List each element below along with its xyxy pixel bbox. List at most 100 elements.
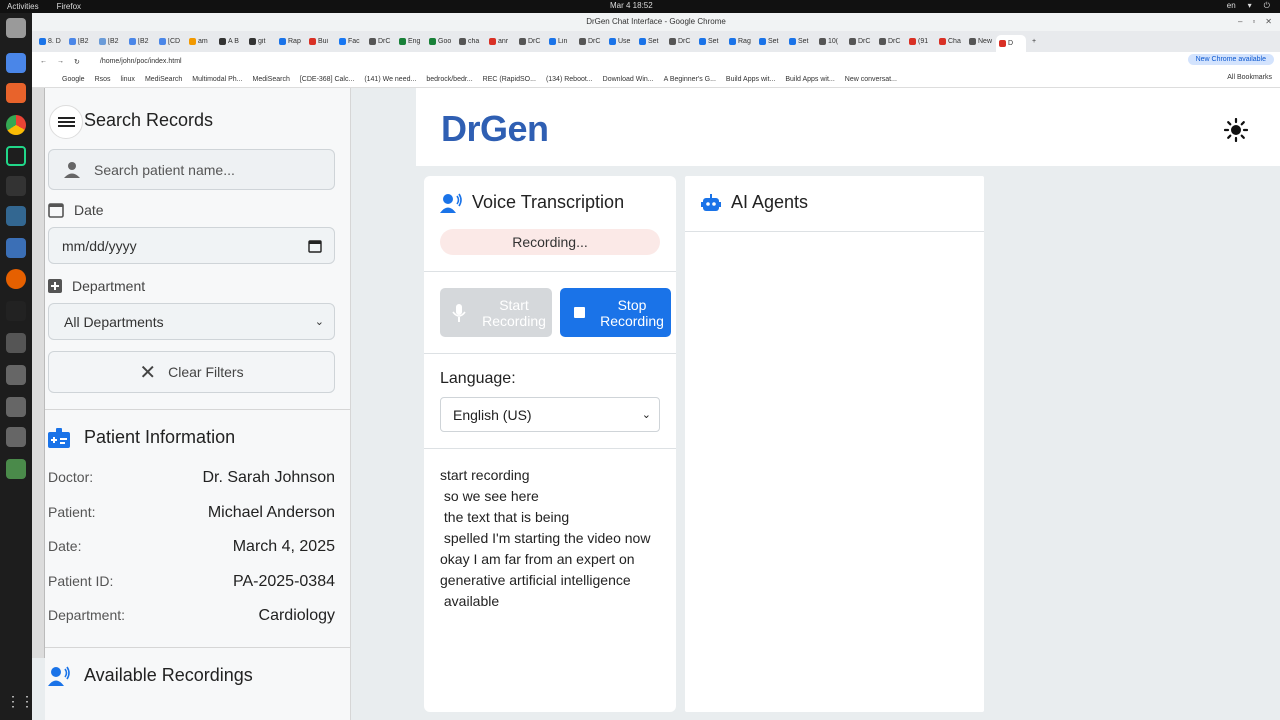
tab-favicon-icon (39, 38, 46, 45)
browser-tab[interactable]: 8. D (36, 38, 66, 45)
browser-tab[interactable]: anr (486, 38, 516, 45)
browser-tab[interactable]: Set (636, 38, 666, 45)
tab-favicon-icon (369, 38, 376, 45)
sun-icon[interactable] (1224, 118, 1248, 142)
browser-tab[interactable]: cha (456, 38, 486, 45)
start-recording-button[interactable]: Start Recording (440, 288, 552, 337)
browser-tab[interactable]: DrC (666, 38, 696, 45)
browser-tab[interactable]: Rag (726, 38, 756, 45)
chrome-icon[interactable] (6, 115, 26, 135)
window-thumbnail-icon[interactable] (6, 365, 26, 385)
bookmark-item[interactable]: MediSearch (252, 76, 289, 83)
browser-tab[interactable]: [B2 (66, 38, 96, 45)
browser-tab[interactable]: [B2 (96, 38, 126, 45)
bookmark-item[interactable]: Multimodal Ph... (192, 76, 242, 83)
back-icon[interactable]: ← (40, 58, 47, 65)
browser-tab[interactable]: 10( (816, 38, 846, 45)
bookmark-item[interactable]: Build Apps wit... (785, 76, 834, 83)
browser-tab[interactable]: DrC (846, 38, 876, 45)
bookmark-item[interactable]: New conversat... (845, 76, 897, 83)
browser-tab[interactable]: Bui (306, 38, 336, 45)
bookmark-item[interactable]: A Beginner's G... (664, 76, 716, 83)
reload-icon[interactable]: ↻ (74, 58, 80, 66)
bookmark-item[interactable]: (134) Reboot... (546, 76, 593, 83)
browser-tab[interactable]: am (186, 38, 216, 45)
app-grid-icon[interactable]: ⋮⋮ (6, 693, 34, 713)
browser-tab[interactable]: Cha (936, 38, 966, 45)
address-field[interactable]: /home/john/poc/index.html (100, 58, 182, 65)
calendar-picker-icon[interactable] (308, 239, 322, 253)
tab-favicon-icon (549, 38, 556, 45)
wifi-icon[interactable]: ▾ (1248, 1, 1252, 11)
browser-tab[interactable]: Lin (546, 38, 576, 45)
editor-icon[interactable] (6, 238, 26, 258)
forward-icon[interactable]: → (57, 58, 64, 65)
bookmark-item[interactable]: Google (62, 76, 85, 83)
app-menu[interactable]: Firefox (57, 2, 81, 11)
menu-button[interactable] (49, 105, 83, 139)
chrome-update-button[interactable]: New Chrome available (1187, 54, 1274, 65)
browser-tab[interactable]: Set (756, 38, 786, 45)
browser-tab[interactable]: Goo (426, 38, 456, 45)
bookmark-item[interactable]: bedrock/bedr... (426, 76, 472, 83)
browser-tab[interactable]: Use (606, 38, 636, 45)
browser-tab[interactable]: DrC (366, 38, 396, 45)
browser-tab[interactable]: New (966, 38, 996, 45)
browser-tab[interactable]: Eng (396, 38, 426, 45)
language-indicator[interactable]: en (1227, 1, 1236, 11)
window-thumbnail-icon[interactable] (6, 427, 26, 447)
browser-tab[interactable]: Fac (336, 38, 366, 45)
bookmark-item[interactable]: linux (121, 76, 135, 83)
language-label: Language: (440, 370, 516, 387)
bookmark-item[interactable]: (141) We need... (364, 76, 416, 83)
language-select[interactable]: English (US) ⌄ (440, 397, 660, 432)
tab-label: Fac (348, 38, 360, 45)
date-row: Date: March 4, 2025 (48, 538, 335, 556)
terminal-icon[interactable] (6, 176, 26, 196)
search-input[interactable]: Search patient name... (48, 149, 335, 190)
minimize-icon[interactable]: – (1238, 13, 1242, 31)
postgres-icon[interactable] (6, 206, 26, 226)
bookmark-item[interactable]: [CDE-368] Calc... (300, 76, 354, 83)
search-tool-icon[interactable] (6, 333, 26, 353)
trash-icon[interactable] (6, 459, 26, 479)
date-input[interactable]: mm/dd/yyyy (48, 227, 335, 264)
divider (45, 647, 351, 648)
browser-tab[interactable]: DrC (576, 38, 606, 45)
browser-tab[interactable]: DrC (516, 38, 546, 45)
close-icon[interactable]: ✕ (1265, 13, 1272, 31)
pycharm-icon[interactable] (6, 146, 26, 166)
app-store-icon[interactable] (6, 83, 26, 103)
firefox-icon[interactable] (6, 269, 26, 289)
tab-label: [B2 (138, 38, 149, 45)
browser-tab[interactable]: git (246, 38, 276, 45)
browser-tab[interactable]: Rap (276, 38, 306, 45)
activities-button[interactable]: Activities (7, 2, 39, 11)
maximize-icon[interactable]: ▫ (1252, 13, 1255, 31)
clear-filters-button[interactable]: ✕ Clear Filters (48, 351, 335, 393)
bookmark-item[interactable]: MediSearch (145, 76, 182, 83)
department-select[interactable]: All Departments ⌄ (48, 303, 335, 340)
bookmark-item[interactable]: Build Apps wit... (726, 76, 775, 83)
browser-tab[interactable]: (91 (906, 38, 936, 45)
browser-tab[interactable]: Set (786, 38, 816, 45)
docs-icon[interactable] (6, 53, 26, 73)
browser-tab[interactable]: D (996, 35, 1026, 52)
sublime-icon[interactable] (6, 301, 26, 321)
collapsed-panel[interactable] (32, 88, 45, 658)
window-thumbnail-icon[interactable] (6, 397, 26, 417)
bookmark-item[interactable]: REC (RapidSO... (483, 76, 536, 83)
browser-tab[interactable]: [B2 (126, 38, 156, 45)
files-icon[interactable] (6, 18, 26, 38)
browser-tab[interactable]: [CD (156, 38, 186, 45)
bookmark-item[interactable]: Rsos (95, 76, 111, 83)
browser-tab[interactable]: DrC (876, 38, 906, 45)
browser-tab[interactable]: Set (696, 38, 726, 45)
new-tab-icon[interactable]: + (1026, 38, 1042, 45)
all-bookmarks[interactable]: All Bookmarks (1223, 74, 1272, 81)
browser-tab[interactable]: A B (216, 38, 246, 45)
bookmark-item[interactable]: Download Win... (603, 76, 654, 83)
stop-recording-button[interactable]: Stop Recording (560, 288, 671, 337)
power-icon[interactable]: ⏻ (1264, 1, 1270, 11)
clock[interactable]: Mar 4 18:52 (610, 1, 653, 10)
